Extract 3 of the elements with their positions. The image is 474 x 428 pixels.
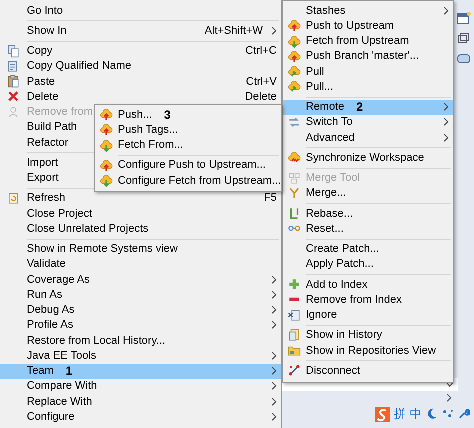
- annotation-number: 3: [164, 108, 171, 122]
- annotation-number: 1: [66, 364, 73, 378]
- annotation-number: 2: [356, 100, 364, 114]
